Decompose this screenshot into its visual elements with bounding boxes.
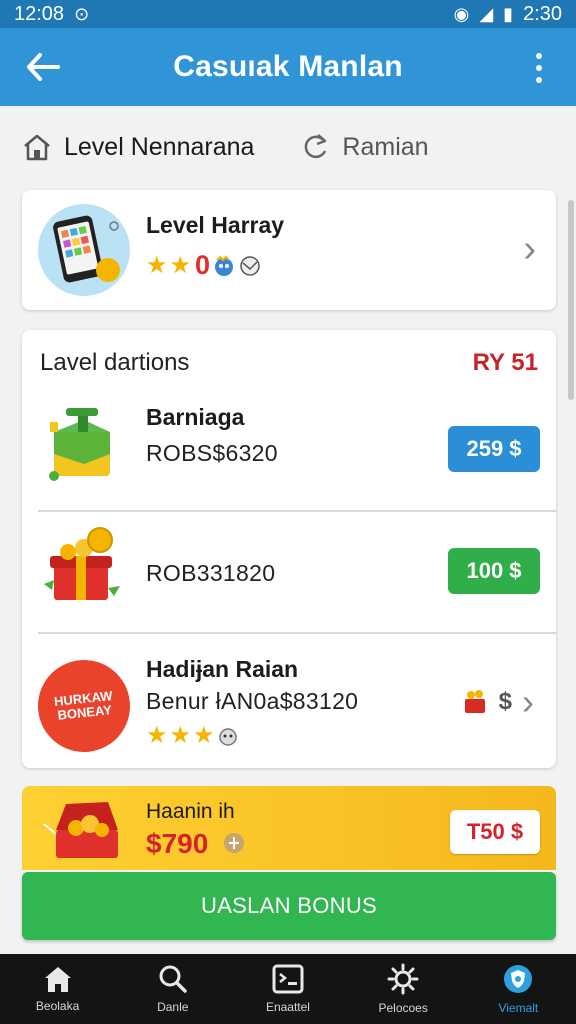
home-icon: [44, 967, 71, 992]
nav-label: Danle: [157, 1000, 189, 1014]
chevron-right-icon: ›: [523, 228, 536, 270]
overflow-menu-button[interactable]: [522, 50, 556, 86]
bottom-nav: Beolaka Danle Enaattel Pelocoes Viemalt: [0, 954, 576, 1024]
info-icon: [224, 833, 245, 853]
search-icon: [159, 965, 187, 993]
level-card[interactable]: Level Harray ★ ★ 0 ›: [22, 190, 556, 310]
scrollbar[interactable]: [568, 200, 574, 400]
divider: [38, 632, 556, 634]
chevron-right-icon: ›: [522, 681, 534, 722]
buy-button[interactable]: 100 $: [448, 548, 540, 594]
treasure-chest-icon: [43, 802, 118, 858]
level-thumbnail: [38, 204, 130, 296]
wifi-icon: ◉: [453, 3, 470, 24]
gift-box-icon: [49, 408, 110, 481]
promo-banner[interactable]: Haanin ih $790 T50 $: [22, 786, 556, 870]
back-arrow-icon: [27, 53, 60, 81]
nav-label: Enaattel: [265, 1000, 310, 1014]
list-item[interactable]: ROB331820 100 $: [22, 514, 556, 634]
bonus-badge-line2: BONEAY: [56, 702, 113, 723]
item-name: Hadiɉan Raian: [146, 656, 299, 682]
home-icon: [24, 134, 50, 161]
page-title: Casuıak Manlan: [173, 50, 403, 83]
back-button[interactable]: [22, 46, 64, 88]
divider: [38, 510, 556, 512]
sync-icon: ⊙: [74, 3, 90, 24]
refresh-icon: [305, 134, 327, 159]
nav-label: Viemalt: [498, 1001, 539, 1015]
tabs-row: Level Nennarana Ramian: [0, 106, 576, 188]
nav-label: Pelocoes: [378, 1001, 428, 1015]
star-icon: ★: [146, 722, 168, 749]
app-bar: Casuıak Manlan: [0, 28, 576, 106]
star-icon: ★: [169, 722, 192, 749]
card-icon: [272, 964, 304, 994]
level-badge: 0: [195, 250, 211, 280]
tab-ramian[interactable]: Ramian: [300, 132, 429, 162]
item-rating: ★ ★ ★: [146, 724, 239, 748]
treasure-icon: [464, 690, 485, 713]
mascot-icon: [218, 728, 237, 746]
tab-level[interactable]: Level Nennarana: [22, 133, 254, 162]
gear-icon: [387, 963, 419, 995]
tab-ramian-label: Ramian: [342, 132, 429, 161]
nav-item-settings[interactable]: Pelocoes: [346, 954, 461, 1024]
list-item[interactable]: Barniaga ROBS$6320 259 $: [22, 392, 556, 512]
nav-item-shield[interactable]: Viemalt: [461, 954, 576, 1024]
nav-item-home[interactable]: Beolaka: [0, 954, 115, 1024]
promo-price-value: $790: [146, 828, 209, 859]
nav-item-search[interactable]: Danle: [115, 954, 230, 1024]
coin-chest-icon: [44, 527, 120, 600]
item-code: ROBS$6320: [146, 440, 278, 466]
level-rating: ★ ★ 0: [146, 250, 262, 281]
status-bar: 12:08 ⊙ ◉ ◢ ▮ 2:30: [0, 0, 576, 28]
promo-buy-button[interactable]: T50 $: [450, 810, 540, 854]
tab-level-label: Level Nennarana: [64, 132, 255, 161]
item-code: ROB331820: [146, 560, 276, 586]
promo-price: $790: [146, 828, 246, 860]
menu-dot-icon: [536, 77, 542, 83]
status-time: 12:08: [14, 2, 65, 25]
globe-icon: [240, 255, 260, 276]
offers-card: Lavel dartions RY 51 Barniaga ROBS$6320 …: [22, 330, 556, 768]
bonus-badge: HURKAW BONEAY: [33, 655, 135, 757]
status-battery-time: 2:30: [523, 2, 562, 25]
item-name: Barniaga: [146, 404, 245, 430]
star-icon: ★: [169, 251, 192, 279]
promo-title: Haanin ih: [146, 800, 235, 823]
item-code: Benur łAN0a$83120: [146, 688, 359, 714]
nav-label: Beolaka: [35, 999, 80, 1013]
level-title: Level Harray: [146, 212, 285, 238]
offers-header: Lavel dartions RY 51: [40, 346, 538, 380]
nav-item-card[interactable]: Enaattel: [230, 954, 345, 1024]
offers-counter: RY 51: [472, 349, 538, 376]
battery-icon: ▮: [503, 3, 514, 24]
menu-dot-icon: [536, 53, 542, 59]
shield-icon: [504, 965, 533, 993]
item-currency: $: [498, 688, 512, 715]
buy-button[interactable]: 259 $: [448, 426, 540, 472]
phone-game-icon: [53, 215, 120, 283]
star-icon: ★: [193, 722, 215, 749]
claim-bonus-button[interactable]: UASLAN BONUS: [22, 872, 556, 940]
menu-dot-icon: [536, 65, 542, 71]
star-icon: ★: [146, 251, 168, 279]
mascot-icon: [215, 255, 234, 276]
offers-title: Lavel dartions: [40, 349, 190, 376]
item-actions: $ ›: [461, 684, 534, 720]
signal-icon: ◢: [479, 3, 494, 24]
list-item[interactable]: HURKAW BONEAY Hadiɉan Raian Benur łAN0a$…: [22, 636, 556, 766]
